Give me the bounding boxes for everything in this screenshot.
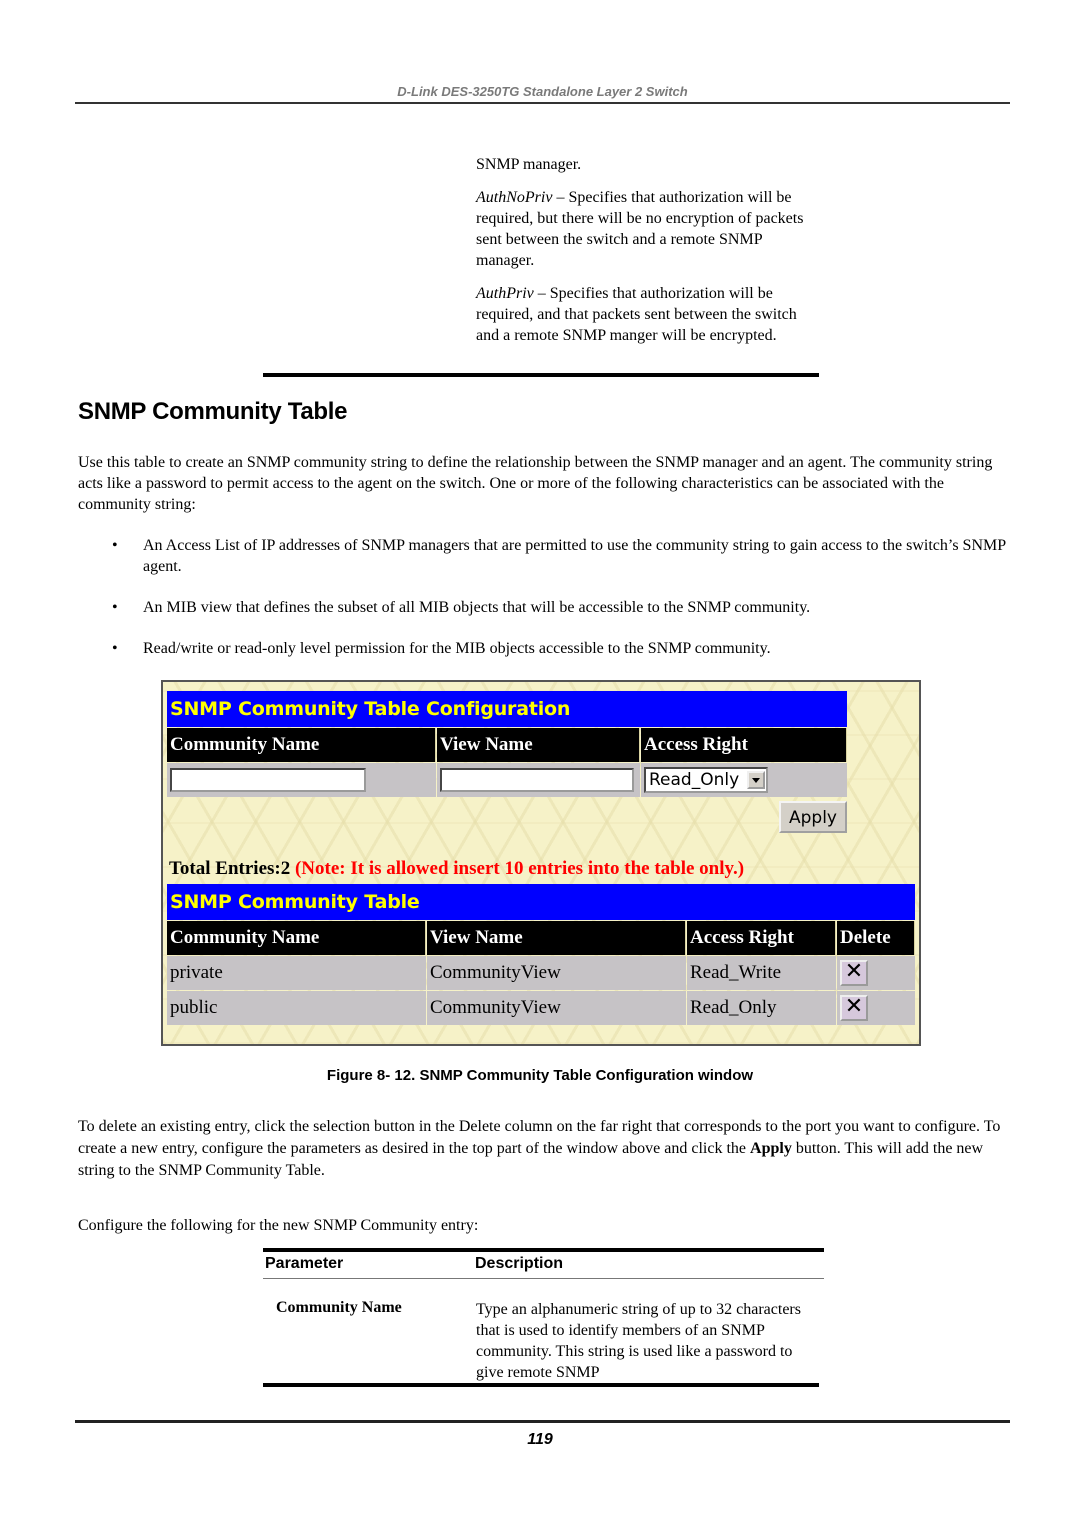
access-right: Read_Only (687, 991, 836, 1025)
header-view-name: View Name (437, 728, 640, 762)
param-table-top-rule (263, 1248, 824, 1252)
config-title-bar: SNMP Community Table Configuration (167, 691, 847, 727)
delete-icon[interactable]: ✕ (840, 995, 868, 1021)
delete-instructions: To delete an existing entry, click the s… (78, 1116, 1008, 1182)
bullet-icon: • (112, 599, 118, 616)
param-name: Community Name (276, 1299, 402, 1316)
table-bottom-rule (263, 373, 819, 377)
bullet-icon: • (112, 640, 118, 657)
access-right-cell: Read_Only (641, 763, 847, 797)
footer-rule (75, 1420, 1010, 1423)
header-delete: Delete (837, 921, 915, 955)
list-item-text: Read/write or read-only level permission… (143, 640, 771, 657)
param-header-parameter: Parameter (265, 1255, 344, 1272)
config-table: Community Name View Name Access Right Re… (166, 727, 848, 798)
param-table-header-rule (263, 1278, 824, 1279)
chevron-down-icon[interactable] (747, 771, 766, 789)
snmp-community-window-screenshot: SNMP Community Table Configuration Commu… (161, 680, 921, 1046)
window-content: SNMP Community Table Configuration Commu… (167, 691, 916, 1026)
view-name: CommunityView (427, 956, 686, 990)
view-name-input[interactable] (440, 768, 634, 792)
community-header-row: Community Name View Name Access Right De… (167, 921, 915, 955)
access-right-selected: Read_Only (649, 770, 740, 790)
community-name: public (167, 991, 426, 1025)
config-header-row: Community Name View Name Access Right (167, 728, 847, 762)
authpriv-term: AuthPriv (476, 285, 534, 302)
header-rule (75, 102, 1010, 104)
list-item: • Read/write or read-only level permissio… (78, 638, 1008, 659)
table-row: private CommunityView Read_Write ✕ (167, 956, 915, 990)
characteristics-list: • An Access List of IP addresses of SNMP … (78, 535, 1008, 679)
list-item-text: An MIB view that defines the subset of a… (143, 599, 811, 616)
header-view-name: View Name (427, 921, 686, 955)
apply-button[interactable]: Apply (779, 801, 847, 833)
total-entries-line: Total Entries:2 (Note: It is allowed ins… (167, 854, 916, 884)
delete-cell: ✕ (837, 956, 915, 990)
figure-caption: Figure 8- 12. SNMP Community Table Confi… (326, 1067, 754, 1084)
list-item-text: An Access List of IP addresses of SNMP m… (143, 537, 1006, 575)
table-title-bar: SNMP Community Table (167, 884, 915, 920)
apply-row: Apply (167, 801, 847, 837)
configure-intro: Configure the following for the new SNMP… (78, 1217, 479, 1234)
config-input-row: Read_Only (167, 763, 847, 797)
continued-description: SNMP manager. AuthNoPriv – Specifies tha… (476, 154, 816, 358)
header-access-right: Access Right (641, 728, 847, 762)
section-title: SNMP Community Table (78, 398, 348, 425)
list-item: • An Access List of IP addresses of SNMP … (78, 535, 1008, 577)
param-table-bottom-rule (263, 1383, 819, 1387)
intro-paragraph: Use this table to create an SNMP communi… (78, 454, 993, 513)
continued-line: SNMP manager. (476, 156, 582, 173)
access-right: Read_Write (687, 956, 836, 990)
community-table: Community Name View Name Access Right De… (166, 920, 916, 1026)
access-right-select[interactable]: Read_Only (644, 767, 769, 793)
apply-term: Apply (750, 1140, 792, 1157)
entries-limit-note: (Note: It is allowed insert 10 entries i… (294, 858, 745, 879)
community-name-cell (167, 763, 436, 797)
authpriv-description: AuthPriv – Specifies that authorization … (476, 283, 816, 346)
bullet-icon: • (112, 537, 118, 554)
param-header-description: Description (475, 1255, 564, 1272)
authnopriv-term: AuthNoPriv (476, 189, 553, 206)
community-name-input[interactable] (170, 768, 366, 792)
community-name: private (167, 956, 426, 990)
header-community-name: Community Name (167, 728, 436, 762)
header-community-name: Community Name (167, 921, 426, 955)
delete-cell: ✕ (837, 991, 915, 1025)
list-item: • An MIB view that defines the subset of … (78, 597, 1008, 618)
table-row: public CommunityView Read_Only ✕ (167, 991, 915, 1025)
header-access-right: Access Right (687, 921, 836, 955)
page-number: 119 (527, 1431, 553, 1448)
running-header: D-Link DES-3250TG Standalone Layer 2 Swi… (397, 84, 688, 99)
authnopriv-description: AuthNoPriv – Specifies that authorizatio… (476, 187, 816, 271)
delete-icon[interactable]: ✕ (840, 960, 868, 986)
view-name-cell (437, 763, 640, 797)
param-description: Type an alphanumeric string of up to 32 … (476, 1301, 801, 1381)
view-name: CommunityView (427, 991, 686, 1025)
total-entries: Total Entries:2 (169, 858, 291, 879)
